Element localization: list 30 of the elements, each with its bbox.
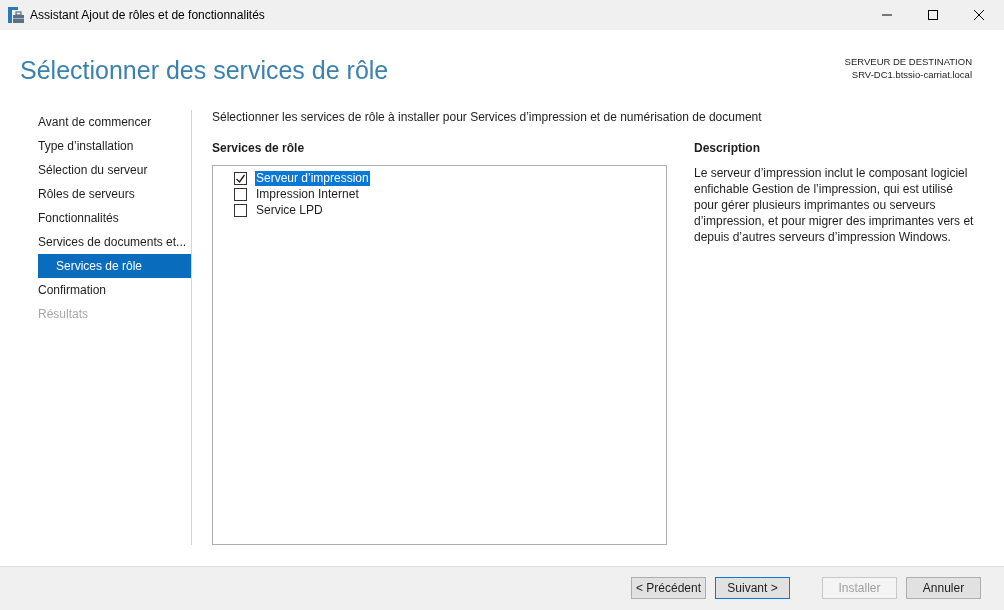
wizard-step[interactable]: Type d’installation	[38, 134, 191, 158]
description-heading: Description	[694, 141, 761, 155]
wizard-button[interactable]: Annuler	[906, 577, 981, 599]
role-service-label[interactable]: Serveur d’impression	[255, 170, 370, 186]
wizard-step[interactable]: Rôles de serveurs	[38, 182, 191, 206]
wizard-step[interactable]: Sélection du serveur	[38, 158, 191, 182]
checkbox[interactable]	[234, 203, 247, 217]
page-heading: Sélectionner des services de rôle	[20, 56, 389, 84]
role-services-list[interactable]: Serveur d’impression Impression Internet Service LPD	[212, 165, 667, 545]
wizard-step[interactable]: Services de documents et...	[38, 230, 191, 254]
wizard-button[interactable]: < Précédent	[631, 577, 706, 599]
wizard-step[interactable]: Avant de commencer	[38, 110, 191, 134]
description-text: Le serveur d’impression inclut le composant logiciel enfichable Gestion de l’impression, qui est utilisé pour gérer plusieurs imprimantes ou serveurs d’impression, et pour migrer des imprimantes vers et depuis d’autres serveurs d’impression Windows.	[694, 165, 975, 245]
maximize-icon	[928, 10, 938, 20]
instruction-text: Sélectionner les services de rôle à installer pour Services d’impression et de numérisation de document	[212, 110, 763, 124]
checkbox[interactable]	[234, 187, 247, 201]
app-icon	[8, 7, 24, 23]
wizard-button[interactable]: Suivant >	[715, 577, 790, 599]
role-service-label[interactable]: Service LPD	[255, 202, 324, 218]
checkbox[interactable]	[234, 171, 247, 185]
wizard-step[interactable]: Confirmation	[38, 278, 191, 302]
destination-label: SERVEUR DE DESTINATION	[844, 55, 972, 68]
role-service-label[interactable]: Impression Internet	[255, 186, 360, 202]
checkmark-icon	[235, 172, 246, 184]
destination-server: SRV-DC1.btssio-carriat.local	[850, 68, 972, 81]
wizard-step[interactable]: Fonctionnalités	[38, 206, 191, 230]
close-icon	[974, 10, 984, 20]
section-heading: Services de rôle	[212, 141, 306, 155]
window-title: Assistant Ajout de rôles et de fonctionnalités	[30, 7, 265, 24]
wizard-step[interactable]: Services de rôle	[38, 254, 191, 278]
